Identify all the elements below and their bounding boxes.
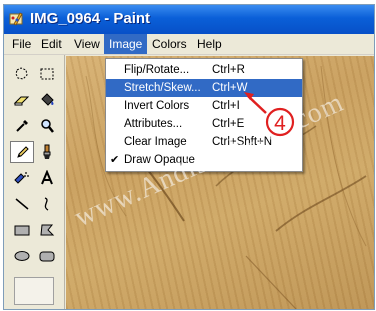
magnifier-tool[interactable] <box>35 115 59 137</box>
menu-item-clear-image[interactable]: Clear Image Ctrl+Shft+N <box>106 133 302 151</box>
airbrush-tool[interactable] <box>10 167 34 189</box>
menu-image[interactable]: Image <box>104 34 148 54</box>
window-title: IMG_0964 - Paint <box>30 10 151 27</box>
menu-edit[interactable]: Edit <box>36 34 67 54</box>
rectangle-tool[interactable] <box>10 219 34 241</box>
menu-view[interactable]: View <box>69 34 105 54</box>
tool-box <box>4 55 65 309</box>
curve-tool[interactable] <box>35 193 59 215</box>
free-form-select-tool[interactable] <box>10 63 34 85</box>
menu-help[interactable]: Help <box>192 34 227 54</box>
pencil-icon <box>17 146 29 158</box>
rounded-rectangle-tool[interactable] <box>35 245 59 267</box>
pencil-tool[interactable] <box>10 141 34 163</box>
menu-file[interactable]: File <box>7 34 36 54</box>
title-bar[interactable]: IMG_0964 - Paint <box>4 5 374 34</box>
menu-item-invert-colors[interactable]: Invert Colors Ctrl+I <box>106 97 302 115</box>
brush-icon <box>43 144 51 159</box>
airbrush-icon <box>14 172 29 184</box>
free-form-select-icon <box>15 67 28 80</box>
menu-item-flip-rotate[interactable]: Flip/Rotate... Ctrl+R <box>106 61 302 79</box>
eraser-icon <box>13 96 30 106</box>
rectangle-icon <box>14 225 30 236</box>
magnifier-icon <box>41 119 54 133</box>
menu-item-stretch-skew[interactable]: Stretch/Skew... Ctrl+W <box>106 79 302 97</box>
eyedropper-icon <box>16 120 28 132</box>
eraser-tool[interactable] <box>10 89 34 111</box>
polygon-icon <box>40 224 55 236</box>
text-tool[interactable] <box>35 167 59 189</box>
pick-color-tool[interactable] <box>10 115 34 137</box>
ellipse-icon <box>14 251 30 261</box>
rounded-rectangle-icon <box>39 251 55 262</box>
paint-window: IMG_0964 - Paint File Edit View Image Co… <box>3 4 375 310</box>
line-tool[interactable] <box>10 193 34 215</box>
curve-icon <box>44 197 49 211</box>
checkmark-icon: ✔ <box>110 154 120 166</box>
text-a-icon <box>41 170 53 185</box>
tool-options-box[interactable] <box>14 277 54 305</box>
menu-bar: File Edit View Image Colors Help <box>4 34 374 55</box>
image-menu-dropdown: Flip/Rotate... Ctrl+R Stretch/Skew... Ct… <box>105 58 303 172</box>
menu-item-attributes[interactable]: Attributes... Ctrl+E <box>106 115 302 133</box>
line-icon <box>15 198 29 210</box>
select-tool[interactable] <box>35 63 59 85</box>
brush-tool[interactable] <box>35 141 59 163</box>
paint-app-icon[interactable] <box>9 11 25 27</box>
select-icon <box>40 68 54 80</box>
menu-item-draw-opaque[interactable]: ✔ Draw Opaque <box>106 151 302 169</box>
paint-bucket-icon <box>41 93 54 106</box>
fill-with-color-tool[interactable] <box>35 89 59 111</box>
polygon-tool[interactable] <box>35 219 59 241</box>
ellipse-tool[interactable] <box>10 245 34 267</box>
menu-colors[interactable]: Colors <box>147 34 192 54</box>
